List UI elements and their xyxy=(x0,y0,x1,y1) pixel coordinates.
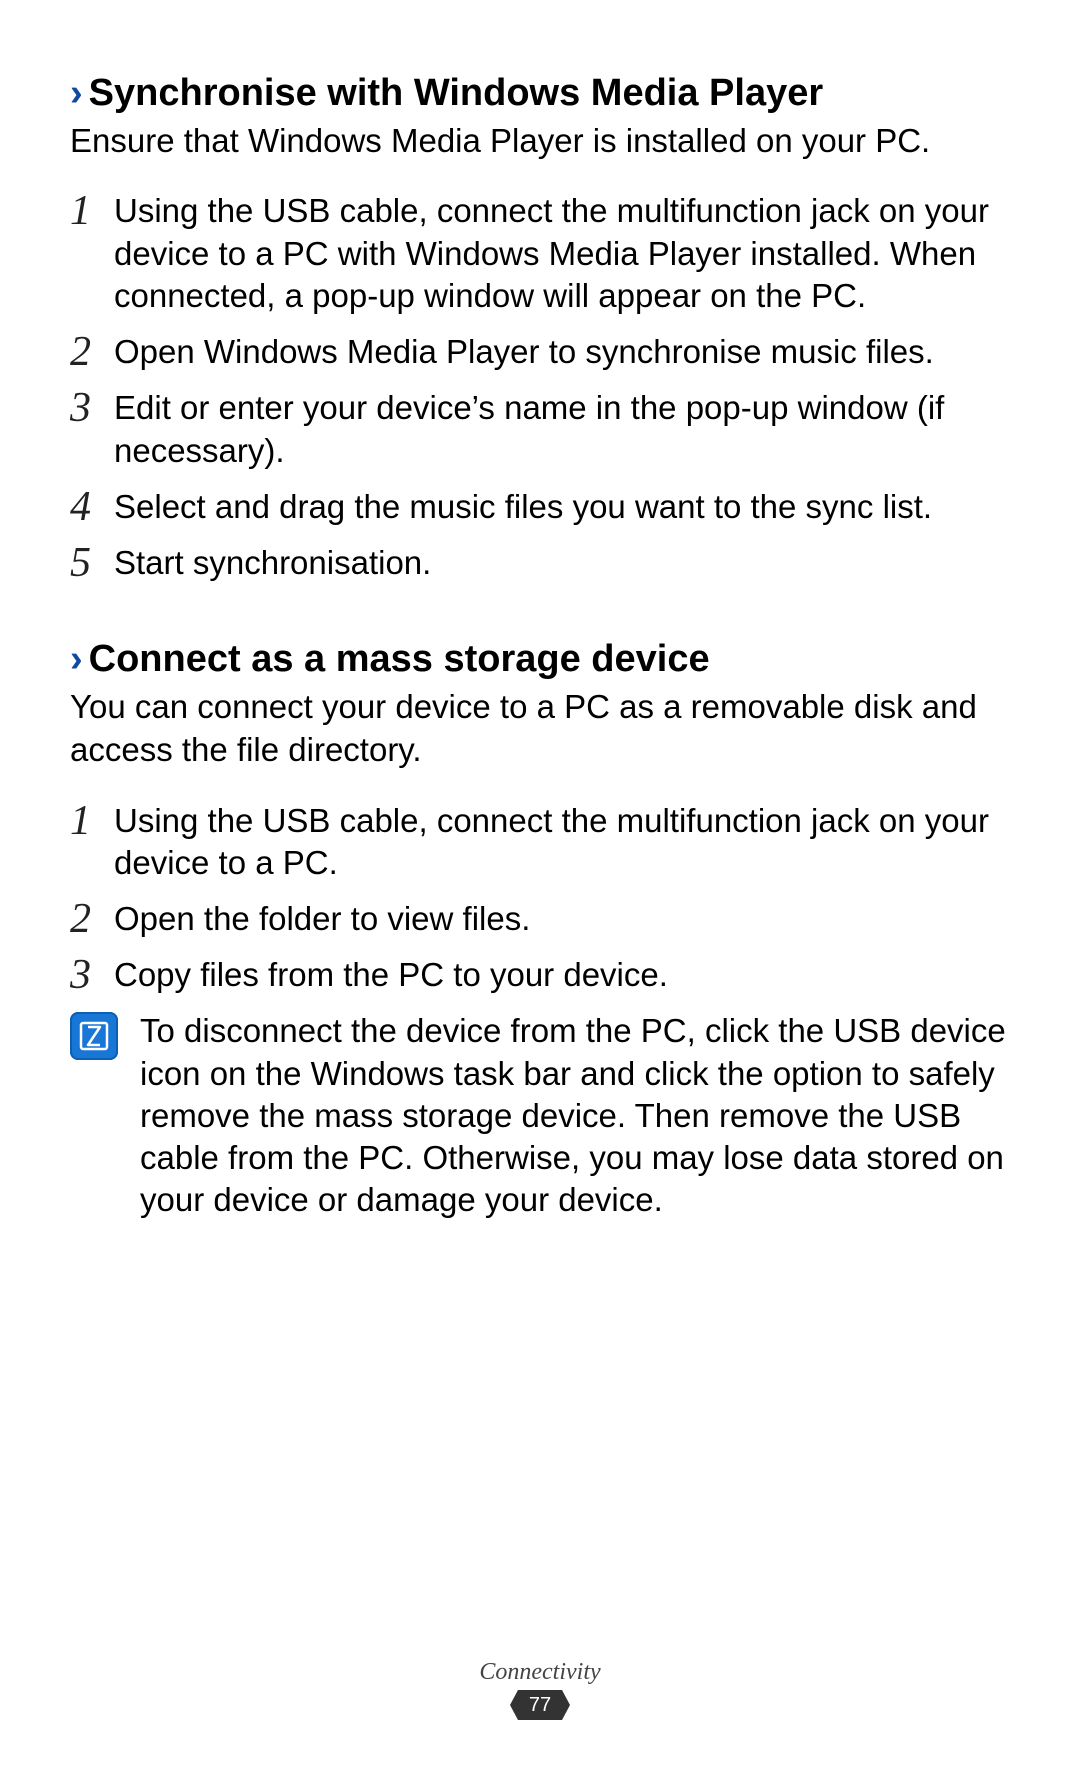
section-intro-sync: Ensure that Windows Media Player is inst… xyxy=(70,120,1010,163)
step-text: Open Windows Media Player to synchronise… xyxy=(114,331,1010,373)
page-number: 77 xyxy=(510,1690,570,1720)
note-block: To disconnect the device from the PC, cl… xyxy=(70,1010,1010,1221)
step-item: 2 Open Windows Media Player to synchroni… xyxy=(70,331,1010,373)
section-heading-mass-storage: ›Connect as a mass storage device xyxy=(70,636,1010,684)
step-text: Edit or enter your device’s name in the … xyxy=(114,387,1010,471)
step-item: 3 Edit or enter your device’s name in th… xyxy=(70,387,1010,471)
step-number: 5 xyxy=(70,542,114,584)
note-icon xyxy=(70,1012,118,1060)
step-item: 1 Using the USB cable, connect the multi… xyxy=(70,190,1010,317)
step-item: 3 Copy files from the PC to your device. xyxy=(70,954,1010,996)
step-number: 3 xyxy=(70,387,114,429)
chevron-icon: › xyxy=(70,638,83,680)
steps-list-sync: 1 Using the USB cable, connect the multi… xyxy=(70,190,1010,584)
step-text: Using the USB cable, connect the multifu… xyxy=(114,800,1010,884)
section-heading-sync: ›Synchronise with Windows Media Player xyxy=(70,70,1010,118)
step-text: Open the folder to view files. xyxy=(114,898,1010,940)
steps-list-mass-storage: 1 Using the USB cable, connect the multi… xyxy=(70,800,1010,997)
step-text: Copy files from the PC to your device. xyxy=(114,954,1010,996)
step-text: Using the USB cable, connect the multifu… xyxy=(114,190,1010,317)
step-item: 4 Select and drag the music files you wa… xyxy=(70,486,1010,528)
manual-page: ›Synchronise with Windows Media Player E… xyxy=(0,0,1080,1771)
footer-chapter: Connectivity xyxy=(0,1659,1080,1686)
step-number: 1 xyxy=(70,800,114,842)
step-number: 3 xyxy=(70,954,114,996)
step-number: 2 xyxy=(70,898,114,940)
page-footer: Connectivity 77 xyxy=(0,1659,1080,1725)
step-number: 2 xyxy=(70,331,114,373)
step-number: 1 xyxy=(70,190,114,232)
step-number: 4 xyxy=(70,486,114,528)
section-title-text: Connect as a mass storage device xyxy=(89,638,710,680)
section-title-text: Synchronise with Windows Media Player xyxy=(89,72,824,114)
step-item: 1 Using the USB cable, connect the multi… xyxy=(70,800,1010,884)
section-intro-mass-storage: You can connect your device to a PC as a… xyxy=(70,686,1010,772)
chevron-icon: › xyxy=(70,72,83,114)
step-text: Start synchronisation. xyxy=(114,542,1010,584)
note-icon-wrap xyxy=(70,1010,124,1060)
page-number-badge: 77 xyxy=(510,1690,570,1720)
step-item: 5 Start synchronisation. xyxy=(70,542,1010,584)
note-text: To disconnect the device from the PC, cl… xyxy=(140,1010,1010,1221)
step-text: Select and drag the music files you want… xyxy=(114,486,1010,528)
step-item: 2 Open the folder to view files. xyxy=(70,898,1010,940)
